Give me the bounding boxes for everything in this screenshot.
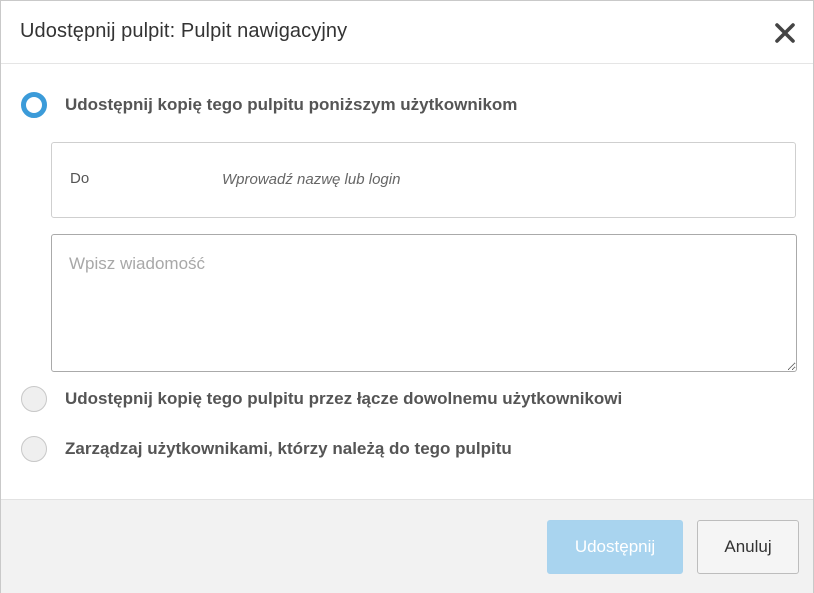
recipients-label: Do xyxy=(70,170,90,187)
option-share-via-link[interactable]: Udostępnij kopię tego pulpitu przez łącz… xyxy=(21,383,622,415)
dialog-header: Udostępnij pulpit: Pulpit nawigacyjny xyxy=(1,1,813,64)
option-manage-users-label: Zarządzaj użytkownikami, którzy należą d… xyxy=(65,439,512,458)
share-dashboard-dialog: Udostępnij pulpit: Pulpit nawigacyjny Ud… xyxy=(0,0,814,593)
cancel-button[interactable]: Anuluj xyxy=(697,520,799,574)
close-icon-glyph xyxy=(775,23,795,43)
dialog-footer: Udostępnij Anuluj xyxy=(1,499,813,593)
option-manage-users[interactable]: Zarządzaj użytkownikami, którzy należą d… xyxy=(21,433,512,465)
share-button[interactable]: Udostępnij xyxy=(547,520,683,574)
dialog-title: Udostępnij pulpit: Pulpit nawigacyjny xyxy=(20,20,348,42)
recipients-field[interactable]: Do xyxy=(51,142,796,218)
option-share-via-link-label: Udostępnij kopię tego pulpitu przez łącz… xyxy=(65,389,623,408)
radio-manage-users[interactable] xyxy=(21,436,47,462)
message-textarea[interactable] xyxy=(51,234,797,372)
option-share-with-users-label: Udostępnij kopię tego pulpitu poniższym … xyxy=(65,95,518,114)
option-share-with-users[interactable]: Udostępnij kopię tego pulpitu poniższym … xyxy=(21,89,517,121)
recipients-input[interactable] xyxy=(222,165,762,193)
radio-share-via-link[interactable] xyxy=(21,386,47,412)
radio-share-with-users[interactable] xyxy=(21,92,47,118)
close-icon[interactable] xyxy=(772,20,798,46)
